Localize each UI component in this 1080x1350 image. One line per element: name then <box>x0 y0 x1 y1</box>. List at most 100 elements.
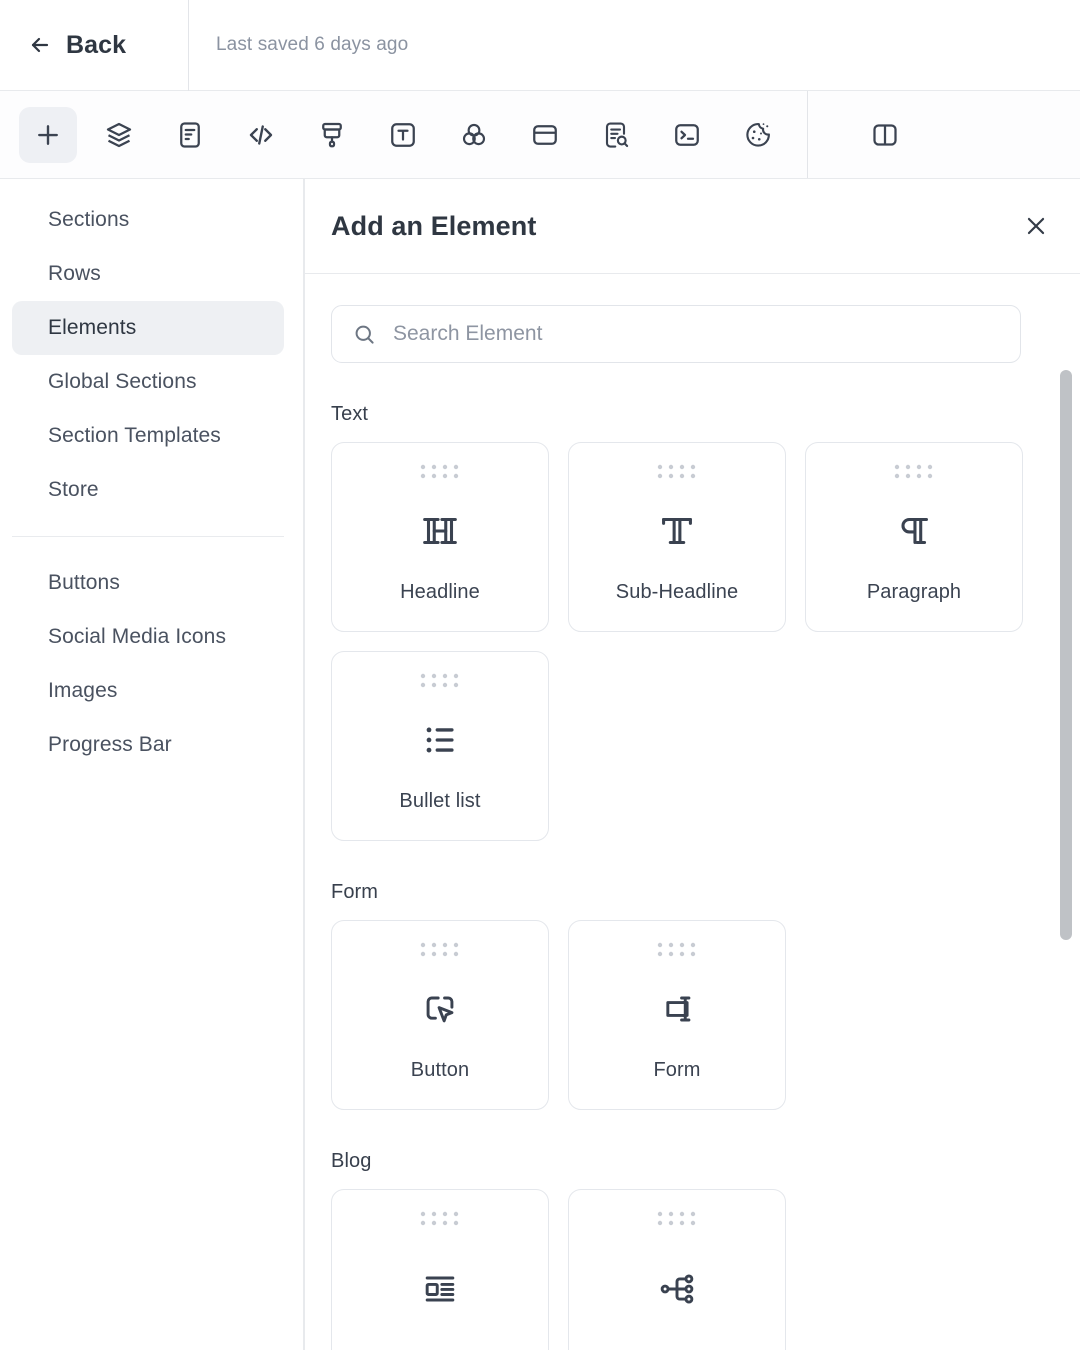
cookie-icon <box>746 122 770 147</box>
panel-body: Text <box>304 274 1080 1350</box>
drag-handle-dots-icon[interactable] <box>418 1209 462 1227</box>
sidebar-divider <box>12 536 284 537</box>
sidebar-item-elements[interactable]: Elements <box>12 301 284 355</box>
code-tool[interactable] <box>232 107 290 163</box>
split-panel-icon <box>873 123 897 146</box>
sidebar-item-global-sections[interactable]: Global Sections <box>12 355 284 409</box>
sidebar-item-rows[interactable]: Rows <box>12 247 284 301</box>
headline-h-icon <box>332 480 548 581</box>
seo-tool[interactable] <box>587 107 645 163</box>
layers-tool[interactable] <box>90 107 148 163</box>
element-grid-blog <box>331 1189 1053 1350</box>
search-element-field[interactable] <box>331 305 1021 363</box>
drag-handle-dots-icon[interactable] <box>418 940 462 958</box>
element-card-bullet-list[interactable]: Bullet list <box>331 651 549 841</box>
sidebar-item-label: Images <box>48 679 118 702</box>
article-layout-icon <box>332 1227 548 1350</box>
button-cursor-icon <box>332 958 548 1059</box>
close-panel-button[interactable] <box>1014 204 1058 248</box>
left-sidebar: Sections Rows Elements Global Sections S… <box>0 179 304 1350</box>
code-icon <box>249 124 273 145</box>
close-icon <box>1027 217 1045 235</box>
search-icon <box>355 325 374 344</box>
element-card-blog-share[interactable] <box>568 1189 786 1350</box>
search-input[interactable] <box>393 322 1000 346</box>
toolbar-primary-group <box>0 91 808 178</box>
app-root: Back Last saved 6 days ago Sections Rows… <box>0 0 1080 1350</box>
color-tool[interactable] <box>445 107 503 163</box>
drag-handle-dots-icon[interactable] <box>655 462 699 480</box>
share-network-icon <box>569 1227 785 1350</box>
subheadline-t-icon <box>569 480 785 581</box>
saved-status: Last saved 6 days ago <box>189 34 408 56</box>
sidebar-item-store[interactable]: Store <box>12 463 284 517</box>
sidebar-item-social-media-icons[interactable]: Social Media Icons <box>12 610 284 664</box>
page-tool[interactable] <box>161 107 219 163</box>
sidebar-item-label: Buttons <box>48 571 120 594</box>
group-title-text: Text <box>331 403 369 425</box>
drag-handle-dots-icon[interactable] <box>655 1209 699 1227</box>
text-box-icon <box>391 122 415 147</box>
typography-tool[interactable] <box>374 107 432 163</box>
drag-handle-dots-icon[interactable] <box>418 462 462 480</box>
paragraph-pilcrow-icon <box>806 480 1022 581</box>
element-card-form[interactable]: Form <box>568 920 786 1110</box>
sidebar-item-label: Sections <box>48 208 130 231</box>
sidebar-item-label: Social Media Icons <box>48 625 227 648</box>
panel-scrollbar[interactable] <box>1060 370 1072 1350</box>
sidebar-item-label: Rows <box>48 262 101 285</box>
element-card-label: Bullet list <box>399 790 481 812</box>
scrollbar-thumb[interactable] <box>1060 370 1072 940</box>
color-circles-icon <box>462 123 486 145</box>
page-title: Add an Element <box>331 210 537 241</box>
back-label: Back <box>66 30 127 59</box>
sidebar-item-sections[interactable]: Sections <box>12 193 284 247</box>
sidebar-item-section-templates[interactable]: Section Templates <box>12 409 284 463</box>
arrow-left-icon <box>31 37 49 53</box>
split-view-tool[interactable] <box>856 107 914 163</box>
back-button[interactable]: Back <box>0 0 189 91</box>
document-search-icon <box>605 121 629 148</box>
add-element-panel: Add an Element Text <box>304 179 1080 1350</box>
document-icon <box>180 121 200 148</box>
element-card-headline[interactable]: Headline <box>331 442 549 632</box>
element-grid-text: Headline Sub-Headline Paragraph Bullet l… <box>331 442 1053 841</box>
plus-icon <box>38 124 58 145</box>
brush-tool[interactable] <box>303 107 361 163</box>
element-card-label: Button <box>410 1059 470 1081</box>
saved-status-label: Last saved 6 days ago <box>216 34 409 55</box>
sidebar-item-label: Store <box>48 478 99 501</box>
sidebar-item-images[interactable]: Images <box>12 664 284 718</box>
element-card-blog-article[interactable] <box>331 1189 549 1350</box>
drag-handle-dots-icon[interactable] <box>655 940 699 958</box>
cookie-tool[interactable] <box>729 107 787 163</box>
sidebar-item-progress-bar[interactable]: Progress Bar <box>12 718 284 772</box>
panel-header: Add an Element <box>304 179 1080 274</box>
group-title-blog: Blog <box>331 1150 372 1172</box>
icon-toolbar <box>0 91 1080 179</box>
add-element-tool[interactable] <box>19 106 77 163</box>
element-card-label: Headline <box>400 581 480 603</box>
layers-icon <box>106 122 132 147</box>
drag-handle-dots-icon[interactable] <box>892 462 936 480</box>
brush-icon <box>322 122 342 147</box>
form-input-icon <box>569 958 785 1059</box>
element-card-paragraph[interactable]: Paragraph <box>805 442 1023 632</box>
sidebar-item-label: Progress Bar <box>48 733 172 756</box>
group-title-form: Form <box>331 881 379 903</box>
sidebar-item-buttons[interactable]: Buttons <box>12 556 284 610</box>
sidebar-item-label: Elements <box>48 316 137 339</box>
element-card-sub-headline[interactable]: Sub-Headline <box>568 442 786 632</box>
sidebar-item-label: Global Sections <box>48 370 197 393</box>
bullet-list-icon <box>332 689 548 790</box>
element-card-label: Form <box>653 1059 701 1081</box>
element-grid-form: Button Form <box>331 920 1053 1110</box>
top-bar: Back Last saved 6 days ago <box>0 0 1080 91</box>
sidebar-item-label: Section Templates <box>48 424 221 447</box>
element-card-label: Paragraph <box>866 581 962 603</box>
drag-handle-dots-icon[interactable] <box>418 671 462 689</box>
terminal-icon <box>675 123 699 146</box>
container-tool[interactable] <box>516 107 574 163</box>
element-card-button[interactable]: Button <box>331 920 549 1110</box>
console-tool[interactable] <box>658 107 716 163</box>
